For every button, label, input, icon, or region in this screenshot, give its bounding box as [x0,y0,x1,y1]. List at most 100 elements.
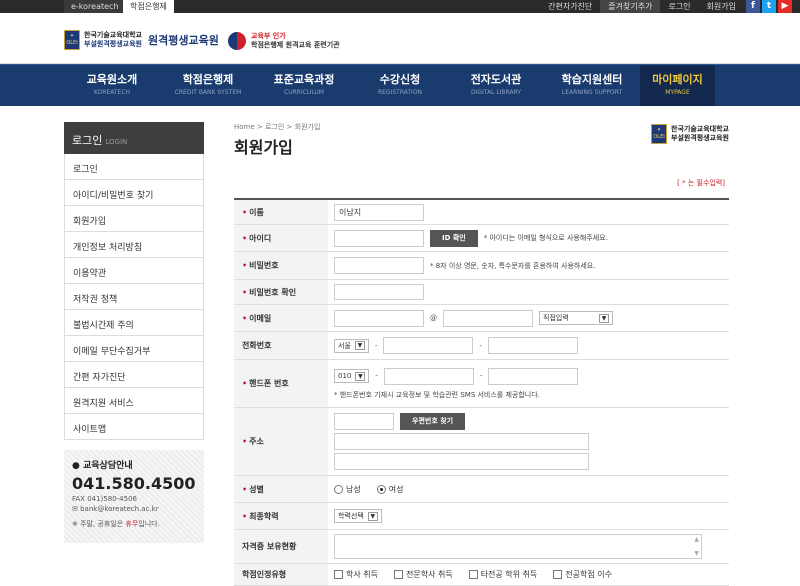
row-certificate: 자격증 보유현황 ▲ ▼ [234,530,729,564]
nav-sublabel: CURRICULUM [284,89,324,96]
signup-form: • 이름 이남지 • 아이디 ID 확인 * 아이디는 이메일 형식으로 사용해주세요… [234,198,729,586]
tab-e-koreatech[interactable]: e-koreatech [64,0,126,13]
credit-option[interactable]: 학사 취득 [334,569,378,580]
logo-line1: 한국기술교육대학교 [84,31,142,39]
koreatech-logo[interactable]: ✦ OLEI 한국기술교육대학교 부설원격평생교육원 원격평생교육원 [64,30,219,50]
education-select[interactable]: 학력선택 ▼ [334,509,382,523]
sidebar-item-warning[interactable]: 불법시간제 주의 [64,310,204,336]
top-links: 간편자가진단 즐겨찾기추가 로그인 회원가입 f t ▶ [540,0,800,13]
row-mobile: • 핸드폰 번호 010 ▼ - - * 핸드폰번호 기재시 교육정보 및 학습관련 SM… [234,360,729,408]
top-bar: e-koreatech 학점은행제 간편자가진단 즐겨찾기추가 로그인 회원가입… [0,0,800,13]
password-input[interactable] [334,257,424,274]
youtube-icon[interactable]: ▶ [778,0,792,13]
sidebar-item-copyright[interactable]: 저작권 정책 [64,284,204,310]
contact-note: ※ 주말, 공휴일은 휴무입니다. [72,519,196,529]
gender-female-label: 여성 [388,484,404,494]
facebook-icon[interactable]: f [746,0,760,13]
mobile-prefix-select[interactable]: 010 ▼ [334,369,370,383]
nav-curriculum[interactable]: 표준교육과정 CURRICULUM [256,65,352,106]
certificate-textarea[interactable]: ▲ ▼ [334,534,702,559]
mail-icon: ✉ [72,505,78,513]
sidebar-item-privacy[interactable]: 개인정보 처리방침 [64,232,204,258]
id-hint: * 아이디는 이메일 형식으로 사용해주세요. [483,234,608,242]
taegeuk-icon [227,31,247,51]
twitter-icon[interactable]: t [762,0,776,13]
credit-option[interactable]: 타전공 학위 취득 [468,569,537,580]
contact-fax: FAX 041)580-4506 [72,495,137,503]
gender-male-label: 남성 [346,484,361,494]
emblem-icon: ✦ OLEI [651,124,668,144]
row-email: • 이메일 @ 직접입력 ▼ [234,305,729,332]
sidebar-item-login[interactable]: 로그인 [64,154,204,180]
label-name: 이름 [249,207,264,217]
email-domain-input[interactable] [443,309,533,327]
mobile-mid-input[interactable] [383,367,474,385]
gender-female-option[interactable]: 여성 [376,484,404,495]
zipcode-search-button[interactable]: 우편번호 찾기 [400,413,466,430]
self-diagnosis-link[interactable]: 간편자가진단 [540,0,600,13]
gender-male-option[interactable]: 남성 [334,484,361,495]
mobile-last-input[interactable] [488,367,579,385]
nav-mypage[interactable]: 마이페이지 MYPAGE [640,65,715,106]
sidebar-item-find-account[interactable]: 아이디/비밀번호 찾기 [64,180,204,206]
sidebar-item-self-diagnosis[interactable]: 간편 자가진단 [64,362,204,388]
email-domain-select[interactable]: 직접입력 ▼ [539,311,613,325]
sidebar-item-signup[interactable]: 회원가입 [64,206,204,232]
info-icon: ● [72,461,80,471]
label-address: 주소 [249,437,264,446]
sidebar-item-email-refuse[interactable]: 이메일 무단수집거부 [64,336,204,362]
chevron-down-icon: ▼ [599,313,609,323]
scroll-up-icon[interactable]: ▲ [694,536,699,543]
credit-option[interactable]: 전문학사 취득 [393,569,453,580]
address2-input[interactable] [334,453,589,470]
zipcode-input[interactable] [334,413,394,430]
row-name: • 이름 이남지 [234,200,729,225]
scroll-down-icon[interactable]: ▼ [694,550,699,557]
sidebar-item-remote-support[interactable]: 원격지원 서비스 [64,388,204,414]
row-gender: • 성별 남성 여성 [234,476,729,503]
tel-mid-input[interactable] [383,337,474,354]
row-password: • 비밀번호 * 8자 이상 영문, 숫자, 특수문자를 혼용하여 사용하세요. [234,252,729,280]
moe-line1: 교육부 인가 [251,32,286,40]
sidebar-title-en: LOGIN [105,138,128,146]
login-link[interactable]: 로그인 [660,0,698,13]
nav-koreatech[interactable]: 교육원소개 KOREATECH [64,65,160,106]
dash: - [374,341,378,350]
nav-sublabel: MYPAGE [665,89,690,96]
education-value: 학력선택 [338,512,364,520]
note-post: 입니다. [138,520,160,528]
tel-last-input[interactable] [487,337,578,354]
name-input[interactable]: 이남지 [334,203,424,221]
credit-option[interactable]: 전공학점 이수 [553,569,612,580]
id-input[interactable] [334,229,424,247]
dash: - [479,341,482,350]
label-password: 비밀번호 [249,261,279,270]
contact-title: 교육상담안내 [83,461,133,471]
password-confirm-input[interactable] [334,284,424,300]
nav-library[interactable]: 전자도서관 DIGITAL LIBRARY [448,65,544,106]
label-credit-type: 학점인정유형 [242,570,287,579]
id-check-button[interactable]: ID 확인 [430,229,478,247]
nav-label: 표준교육과정 [273,73,335,86]
nav-label: 전자도서관 [470,73,522,86]
nav-label: 학습지원센터 [561,73,623,86]
nav-label: 학점은행제 [182,73,234,86]
nav-learning-support[interactable]: 학습지원센터 LEARNING SUPPORT [544,65,640,106]
sidebar-item-terms[interactable]: 이용약관 [64,258,204,284]
signup-link[interactable]: 회원가입 [699,0,744,13]
nav-label: 수강신청 [379,73,421,86]
logo-line2: 부설원격평생교육원 [84,40,142,48]
contact-email: bank@koreatech.ac.kr [80,505,159,513]
sidebar-item-sitemap[interactable]: 사이트맵 [64,414,204,440]
email-at: @ [430,314,437,322]
address1-input[interactable] [334,433,589,450]
label-id: 아이디 [249,233,272,243]
bookmark-link[interactable]: 즐겨찾기추가 [600,0,661,13]
tel-area-select[interactable]: 서울 ▼ [334,338,369,353]
nav-registration[interactable]: 수강신청 REGISTRATION [352,65,448,106]
email-id-input[interactable] [334,309,424,327]
nav-credit-bank[interactable]: 학점은행제 CREDIT BANK SYSTEM [160,65,256,106]
dash: - [479,372,483,380]
tab-credit-bank[interactable]: 학점은행제 [123,0,174,13]
mobile-hint: * 핸드폰번호 기재시 교육정보 및 학습관련 SMS 서비스를 제공합니다. [334,390,540,399]
